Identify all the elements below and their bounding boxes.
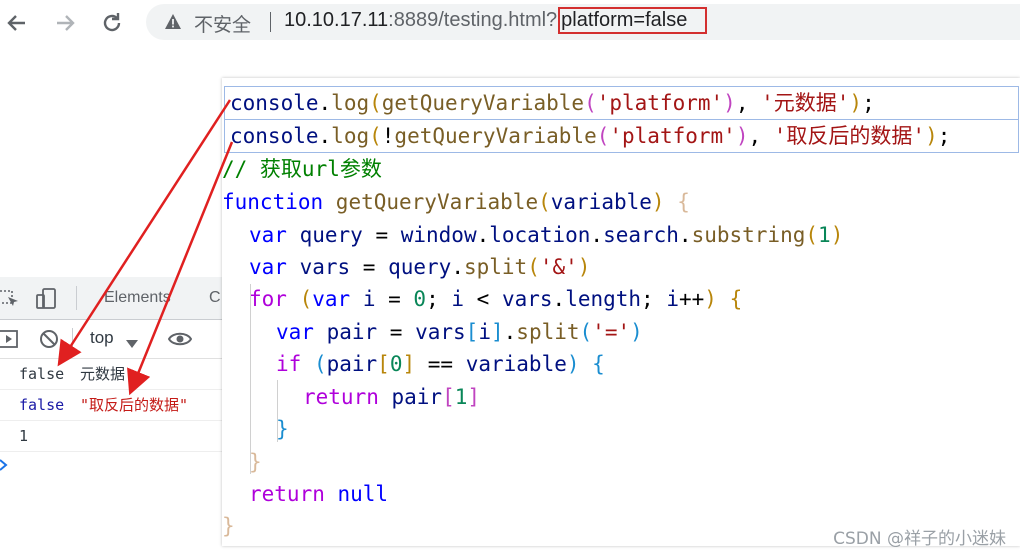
console-line: 1 — [0, 421, 240, 452]
code-line: function getQueryVariable(variable) { — [222, 190, 690, 214]
sidebar-toggle-icon[interactable] — [0, 329, 20, 353]
address-bar[interactable]: 不安全 10.10.17.11:8889/testing.html? platfo… — [146, 4, 1020, 40]
console-value: false — [19, 365, 65, 383]
browser-toolbar: 不安全 10.10.17.11:8889/testing.html? platfo… — [0, 0, 1020, 44]
inspect-icon[interactable] — [0, 289, 20, 313]
url-query-highlight: platform=false — [558, 7, 708, 34]
watermark: CSDN @祥子的小迷妹 — [833, 529, 1006, 549]
warning-icon[interactable] — [164, 13, 182, 31]
separator — [270, 12, 271, 32]
code-line: // 获取url参数 — [222, 157, 382, 181]
code-line: var query = window.location.search.subst… — [249, 223, 844, 247]
console-prompt-icon[interactable] — [0, 457, 10, 476]
code-line: for (var i = 0; i < vars.length; i++) { — [249, 287, 743, 311]
back-arrow-icon[interactable] — [4, 10, 30, 36]
code-line: return null — [249, 482, 389, 506]
code-line: console.log(!getQueryVariable('platform'… — [230, 124, 951, 148]
toolbar-divider — [72, 328, 73, 350]
code-snippet: console.log(getQueryVariable('platform')… — [222, 78, 1020, 546]
devtools-tab-bar: Elements C — [0, 277, 240, 320]
console-toolbar: top — [0, 320, 240, 359]
tab-console[interactable]: C — [209, 289, 221, 307]
eye-icon[interactable] — [167, 329, 193, 353]
console-text: "取反后的数据" — [80, 396, 189, 414]
tab-divider — [76, 286, 77, 310]
devtools-panel: Elements C top false 元数据 false "取反后的数据" … — [0, 277, 240, 557]
console-line: false 元数据 — [0, 359, 240, 390]
device-toggle-icon[interactable] — [36, 287, 58, 315]
console-line: false "取反后的数据" — [0, 390, 240, 421]
clear-console-icon[interactable] — [39, 329, 59, 353]
code-line: var pair = vars[i].split('=') — [276, 320, 643, 344]
dropdown-arrow-icon[interactable] — [126, 334, 138, 353]
indent-guide — [250, 284, 251, 474]
context-selector[interactable]: top — [90, 328, 114, 348]
forward-arrow-icon[interactable] — [52, 10, 78, 36]
code-line: } — [222, 514, 235, 538]
reload-icon[interactable] — [99, 10, 125, 36]
security-label: 不安全 — [194, 14, 252, 36]
console-value: 1 — [19, 427, 29, 445]
code-line: console.log(getQueryVariable('platform')… — [230, 91, 875, 115]
console-text: 元数据 — [80, 365, 126, 383]
indent-guide — [277, 380, 278, 442]
url-text[interactable]: 10.10.17.11:8889/testing.html? platform=f… — [284, 7, 708, 34]
url-path: :8889/testing.html? — [388, 9, 558, 31]
tab-elements[interactable]: Elements — [104, 289, 171, 307]
code-line: var vars = query.split('&') — [249, 255, 591, 279]
url-host: 10.10.17.11 — [284, 9, 389, 31]
code-line: return pair[1] — [303, 385, 481, 409]
console-value: false — [19, 396, 65, 414]
code-line: if (pair[0] == variable) { — [276, 352, 605, 376]
